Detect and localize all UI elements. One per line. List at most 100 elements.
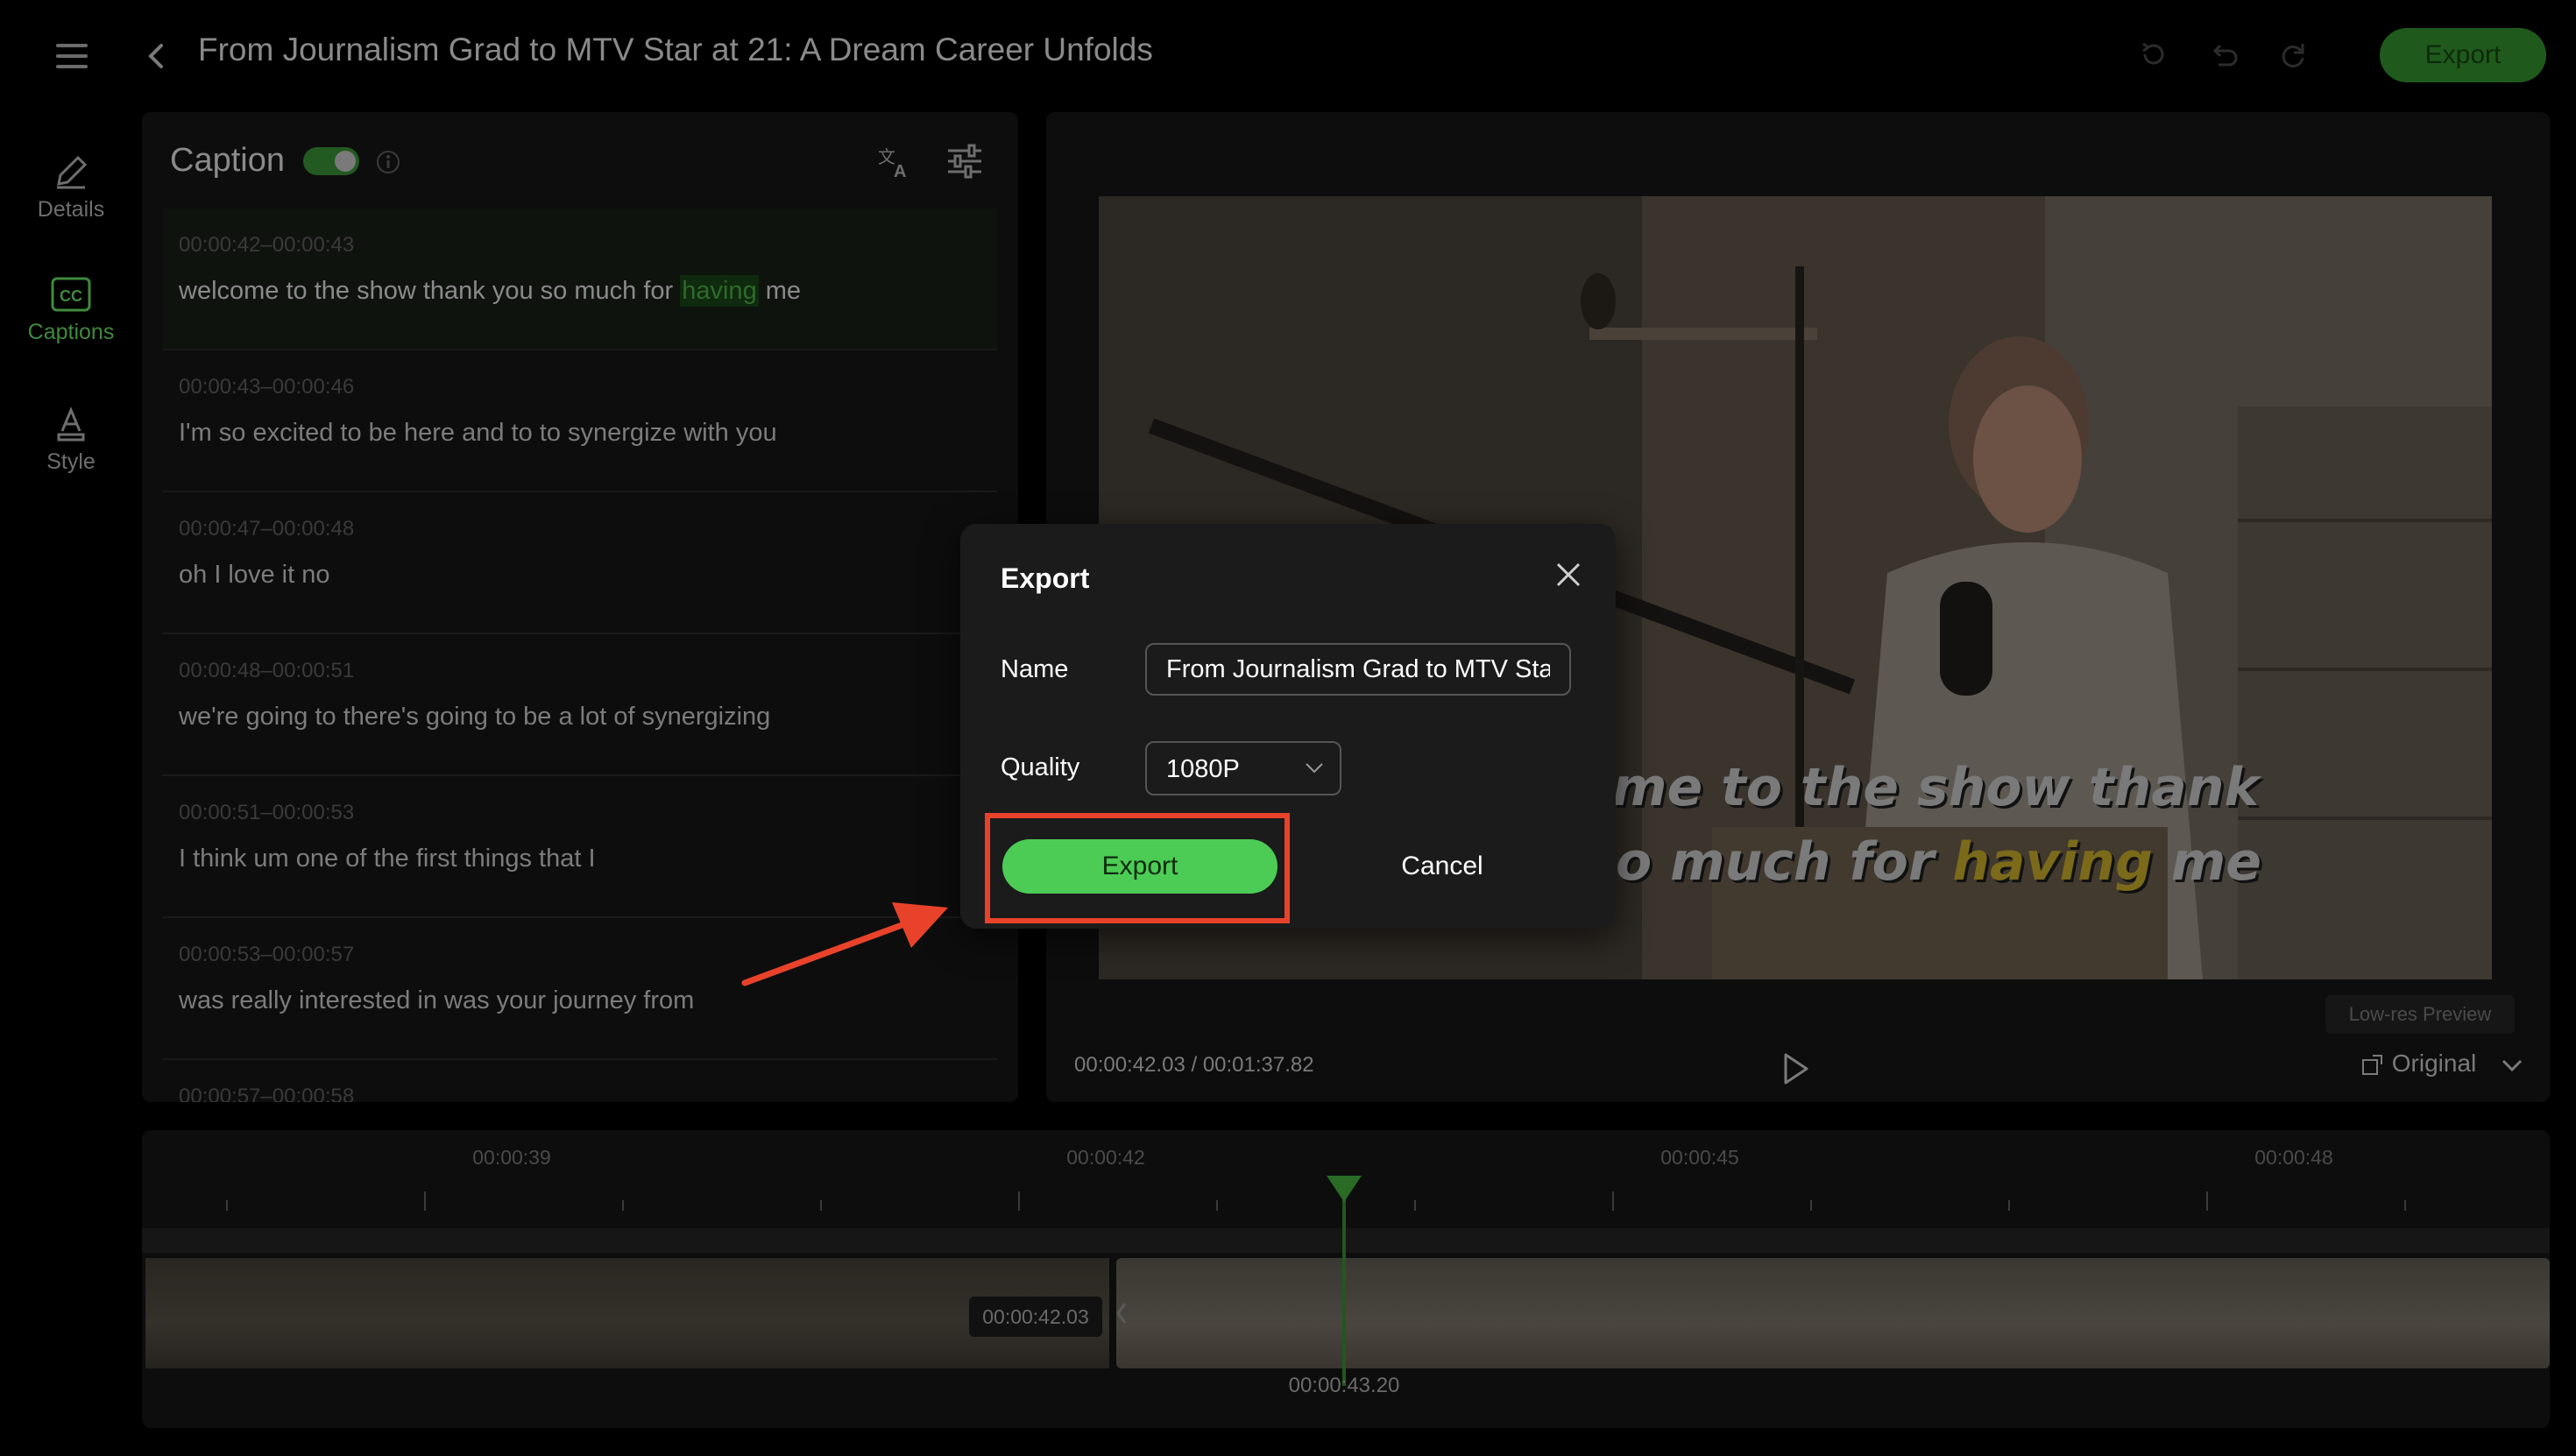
ruler-tick	[226, 1200, 228, 1211]
ruler-tick	[424, 1191, 426, 1211]
clip-thumbnail	[498, 1258, 616, 1368]
dialog-cancel-button[interactable]: Cancel	[1355, 839, 1530, 894]
trim-handle-icon[interactable]	[1113, 1300, 1130, 1326]
adjust-settings-icon[interactable]	[946, 144, 983, 179]
clip-thumbnail	[850, 1258, 968, 1368]
menu-icon[interactable]	[56, 44, 88, 68]
segment-time: 00:00:43–00:00:46	[179, 375, 355, 399]
ruler-tick	[1810, 1200, 1812, 1211]
clip-thumbnail	[1821, 1258, 1939, 1368]
caption-segment[interactable]: 00:00:48–00:00:51 we're going to there's…	[163, 634, 997, 776]
redo-icon[interactable]	[2278, 39, 2310, 70]
clip-thumbnail	[615, 1258, 733, 1368]
name-input[interactable]	[1145, 643, 1571, 696]
close-icon[interactable]	[1553, 559, 1584, 590]
undo-icon[interactable]	[2208, 39, 2240, 70]
clip-thumbnail	[1938, 1258, 2056, 1368]
video-clip-trimmed[interactable]	[145, 1258, 1109, 1368]
playhead-time: 00:00:43.20	[1288, 1374, 1400, 1397]
quality-value: 1080P	[1166, 755, 1240, 783]
low-res-preview-badge: Low-res Preview	[2325, 995, 2515, 1034]
aspect-ratio-icon	[2362, 1054, 2382, 1075]
ruler-tick	[1216, 1200, 1218, 1211]
ruler-tick	[622, 1200, 624, 1211]
caption-segment[interactable]: 00:00:57–00:00:58	[163, 1060, 997, 1102]
caption-title: Caption	[170, 142, 285, 179]
clip-thumbnail	[1116, 1258, 1235, 1368]
ruler-tick	[2008, 1200, 2010, 1211]
tick-label: 00:00:42	[1066, 1146, 1145, 1169]
clip-thumbnail	[1703, 1258, 1822, 1368]
svg-text:CC: CC	[60, 287, 82, 305]
segment-text[interactable]: oh I love it no	[179, 561, 330, 590]
segment-text[interactable]: I think um one of the first things that …	[179, 845, 596, 873]
clip-thumbnail	[1351, 1258, 1469, 1368]
clip-thumbnail	[1586, 1258, 1704, 1368]
dialog-title: Export	[1001, 562, 1090, 594]
playback-timecode: 00:00:42.03 / 00:01:37.82	[1074, 1053, 1314, 1077]
caption-toggle[interactable]	[303, 147, 359, 175]
chevron-down-icon	[1306, 763, 1323, 774]
playhead[interactable]	[1342, 1176, 1346, 1386]
segment-text[interactable]: I'm so excited to be here and to to syne…	[179, 419, 777, 448]
chevron-down-icon[interactable]	[2501, 1058, 2523, 1074]
sidebar-item-captions[interactable]: CC Captions	[18, 275, 124, 345]
clip-thumbnail	[1234, 1258, 1352, 1368]
back-chevron-icon[interactable]	[145, 42, 166, 70]
name-label: Name	[1001, 655, 1069, 683]
video-caption-line-2: o much for having me	[1616, 831, 2261, 893]
tick-label: 00:00:39	[472, 1146, 551, 1169]
ruler-tick	[1414, 1200, 1416, 1211]
quality-select[interactable]: 1080P	[1145, 741, 1341, 795]
segment-time: 00:00:48–00:00:51	[179, 659, 355, 682]
segment-text[interactable]: welcome to the show thank you so much fo…	[179, 275, 801, 307]
ruler-tick	[1018, 1191, 1020, 1211]
annotation-highlight-box	[985, 813, 1290, 923]
sidebar-item-details[interactable]: Details	[18, 152, 124, 223]
sidebar-item-label: Details	[37, 197, 105, 222]
caption-segment[interactable]: 00:00:43–00:00:46 I'm so excited to be h…	[163, 350, 997, 492]
clip-thumbnail	[2408, 1258, 2526, 1368]
info-icon[interactable]	[375, 149, 401, 175]
clip-thumbnail	[263, 1258, 381, 1368]
segment-text[interactable]: was really interested in was your journe…	[179, 986, 694, 1015]
ruler-tick	[2404, 1200, 2406, 1211]
history-icon[interactable]	[2138, 39, 2169, 70]
segment-time: 00:00:57–00:00:58	[179, 1085, 355, 1102]
project-title[interactable]: From Journalism Grad to MTV Star at 21: …	[198, 32, 1153, 68]
export-button[interactable]: Export	[2380, 28, 2546, 82]
sidebar-item-style[interactable]: Style	[18, 405, 124, 475]
cc-icon: CC	[51, 277, 91, 312]
svg-text:A: A	[894, 162, 906, 180]
clip-thumbnail	[145, 1258, 264, 1368]
clip-time-badge: 00:00:42.03	[969, 1297, 1102, 1337]
timeline[interactable]: 00:00:39 00:00:42 00:00:45 00:00:48 00:0…	[142, 1130, 2550, 1428]
playhead-handle-icon[interactable]	[1327, 1176, 1362, 1202]
segment-time: 00:00:51–00:00:53	[179, 801, 355, 824]
clip-thumbnail	[2525, 1258, 2550, 1368]
highlighted-word: having	[680, 275, 759, 307]
aspect-ratio-dropdown[interactable]: Original	[2360, 1050, 2476, 1078]
segment-time: 00:00:53–00:00:57	[179, 943, 355, 966]
text-style-icon	[57, 406, 85, 442]
clip-thumbnail	[732, 1258, 851, 1368]
ruler-tick	[1612, 1191, 1614, 1211]
sidebar-item-label: Style	[46, 449, 96, 474]
caption-segment[interactable]: 00:00:47–00:00:48 oh I love it no	[163, 492, 997, 634]
ruler-tick	[2206, 1191, 2208, 1211]
clip-thumbnail	[2290, 1258, 2409, 1368]
quality-label: Quality	[1001, 753, 1080, 781]
segment-time: 00:00:42–00:00:43	[179, 233, 355, 257]
ruler-tick	[820, 1200, 822, 1211]
play-icon[interactable]	[1782, 1053, 1810, 1085]
clip-thumbnail	[2056, 1258, 2174, 1368]
annotation-arrow-icon	[741, 902, 948, 986]
segment-text[interactable]: we're going to there's going to be a lot…	[179, 703, 770, 732]
video-clip-selected[interactable]	[1116, 1258, 2550, 1368]
translate-icon[interactable]: 文 A	[876, 142, 915, 180]
segment-time: 00:00:47–00:00:48	[179, 517, 355, 541]
aspect-ratio-label: Original	[2391, 1050, 2477, 1077]
video-caption-line-1: me to the show thank	[1612, 757, 2260, 818]
edit-icon	[57, 155, 88, 189]
caption-segment[interactable]: 00:00:42–00:00:43 welcome to the show th…	[163, 209, 997, 350]
